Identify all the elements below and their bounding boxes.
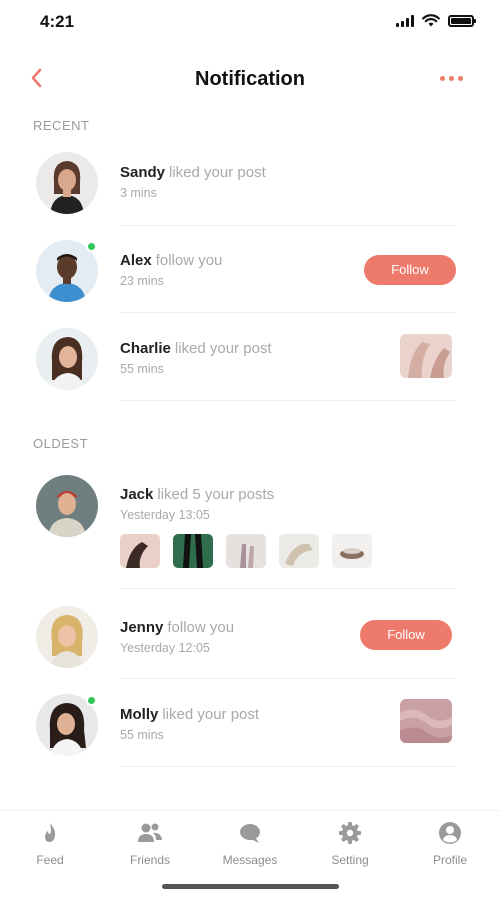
avatar[interactable] xyxy=(36,694,98,756)
notification-time: Yesterday 12:05 xyxy=(120,641,210,655)
notification-action: liked your post xyxy=(169,164,266,181)
tab-feed[interactable]: Feed xyxy=(10,821,90,867)
wifi-icon xyxy=(422,14,440,27)
notification-item[interactable]: Alex follow you 23 mins Follow xyxy=(36,238,456,326)
user-name[interactable]: Jack xyxy=(120,486,153,503)
post-thumbnail[interactable] xyxy=(400,699,452,743)
notification-text: Sandy liked your post 3 mins xyxy=(120,164,266,200)
follow-button[interactable]: Follow xyxy=(364,255,456,285)
post-thumbnail[interactable] xyxy=(332,534,372,568)
notification-time: 3 mins xyxy=(120,186,157,200)
divider xyxy=(120,400,456,401)
post-thumbnails xyxy=(120,534,372,568)
user-name[interactable]: Jenny xyxy=(120,619,163,636)
post-thumbnail[interactable] xyxy=(279,534,319,568)
notification-action: liked your post xyxy=(162,706,260,723)
tab-label: Setting xyxy=(331,853,369,867)
avatar-image xyxy=(36,475,98,537)
status-icons xyxy=(396,14,476,27)
notification-time: 23 mins xyxy=(120,274,164,288)
avatar[interactable] xyxy=(36,240,98,302)
post-thumbnail[interactable] xyxy=(120,534,160,568)
notification-text: Charlie liked your post 55 mins xyxy=(120,340,272,376)
post-image xyxy=(400,699,452,743)
home-indicator[interactable] xyxy=(162,884,339,889)
notification-text: Jack liked 5 your posts Yesterday 13:05 xyxy=(120,486,274,522)
notification-time: 55 mins xyxy=(120,362,164,376)
avatar[interactable] xyxy=(36,152,98,214)
tab-friends[interactable]: Friends xyxy=(110,821,190,867)
notification-action: liked 5 your posts xyxy=(157,486,275,503)
notification-time: Yesterday 13:05 xyxy=(120,508,210,522)
follow-button[interactable]: Follow xyxy=(360,620,452,650)
chat-bubble-icon xyxy=(240,824,260,843)
tab-messages[interactable]: Messages xyxy=(210,821,290,867)
more-dots-icon xyxy=(440,75,445,81)
notification-item[interactable]: Jenny follow you Yesterday 12:05 Follow xyxy=(36,601,456,689)
battery-icon xyxy=(448,14,476,27)
notification-item[interactable]: Jack liked 5 your posts Yesterday 13:05 xyxy=(36,470,456,594)
header: Notification xyxy=(0,58,500,102)
user-name[interactable]: Alex xyxy=(120,252,152,269)
user-name[interactable]: Charlie xyxy=(120,340,171,357)
tab-label: Friends xyxy=(129,853,170,867)
post-image xyxy=(400,334,452,378)
post-thumbnail[interactable] xyxy=(226,534,266,568)
post-thumbnail[interactable] xyxy=(173,534,213,568)
signal-icon xyxy=(396,14,414,27)
divider xyxy=(120,312,456,313)
more-options-button[interactable] xyxy=(440,68,472,88)
online-indicator xyxy=(86,241,97,252)
notification-time: 55 mins xyxy=(120,728,164,742)
divider xyxy=(120,766,456,767)
notification-text: Molly liked your post 55 mins xyxy=(120,706,259,742)
notification-item[interactable]: Charlie liked your post 55 mins xyxy=(36,326,456,414)
divider xyxy=(120,225,456,226)
notification-action: follow you xyxy=(155,252,223,269)
avatar-image xyxy=(36,606,98,668)
status-time: 4:21 xyxy=(40,12,75,31)
user-name[interactable]: Sandy xyxy=(120,164,165,181)
page-title: Notification xyxy=(195,68,305,90)
divider xyxy=(120,588,456,589)
section-label-oldest: OLDEST xyxy=(33,436,89,451)
tab-profile[interactable]: Profile xyxy=(410,821,490,867)
notification-text: Jenny follow you Yesterday 12:05 xyxy=(120,619,234,655)
tab-label: Profile xyxy=(432,853,467,867)
notification-item[interactable]: Sandy liked your post 3 mins xyxy=(36,150,456,238)
notification-item[interactable]: Molly liked your post 55 mins xyxy=(36,690,456,778)
tab-label: Messages xyxy=(222,853,278,867)
friends-icon xyxy=(138,823,162,842)
divider xyxy=(120,678,456,679)
notification-action: follow you xyxy=(167,619,235,636)
section-label-recent: RECENT xyxy=(33,118,90,133)
avatar-image xyxy=(36,328,98,390)
user-name[interactable]: Molly xyxy=(120,706,158,723)
avatar[interactable] xyxy=(36,328,98,390)
status-bar: 4:21 xyxy=(0,0,500,46)
online-indicator xyxy=(86,695,97,706)
flame-icon xyxy=(45,823,56,842)
profile-icon xyxy=(439,822,461,844)
tab-label: Feed xyxy=(36,853,64,867)
tab-setting[interactable]: Setting xyxy=(310,821,390,867)
gear-icon xyxy=(339,822,361,844)
avatar-image xyxy=(36,152,98,214)
avatar[interactable] xyxy=(36,475,98,537)
avatar[interactable] xyxy=(36,606,98,668)
notification-action: liked your post xyxy=(174,340,272,357)
post-thumbnail[interactable] xyxy=(400,334,452,378)
notification-text: Alex follow you 23 mins xyxy=(120,252,222,288)
